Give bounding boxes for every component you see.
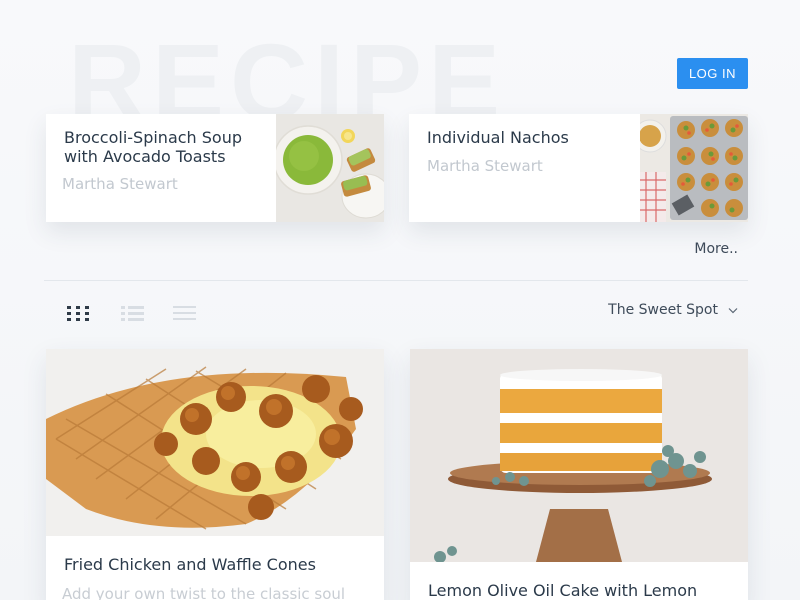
list-view-icon[interactable] <box>120 304 146 322</box>
soup-photo <box>276 114 384 222</box>
recipe-description: Add your own twist to the classic soul <box>62 585 346 600</box>
login-button[interactable]: LOG IN <box>677 58 748 89</box>
section-divider <box>44 280 748 281</box>
sort-dropdown[interactable]: The Sweet Spot <box>608 302 738 318</box>
more-link[interactable]: More.. <box>694 241 738 257</box>
waffle-cone-photo <box>46 349 384 536</box>
nachos-photo <box>640 114 748 222</box>
featured-title[interactable]: Individual Nachos <box>427 128 627 147</box>
compact-view-icon[interactable] <box>172 304 198 322</box>
featured-author: Martha Stewart <box>427 157 543 175</box>
cake-photo <box>410 349 748 562</box>
recipe-card[interactable]: Lemon Olive Oil Cake with Lemon <box>410 349 748 600</box>
featured-title[interactable]: Broccoli-Spinach Soup with Avocado Toast… <box>64 128 264 166</box>
chevron-down-icon <box>728 307 738 313</box>
featured-author: Martha Stewart <box>62 175 178 193</box>
recipe-title[interactable]: Lemon Olive Oil Cake with Lemon <box>428 581 697 600</box>
recipe-title[interactable]: Fried Chicken and Waffle Cones <box>64 555 316 574</box>
sort-value: The Sweet Spot <box>608 302 718 318</box>
recipe-card[interactable]: Fried Chicken and Waffle Cones Add your … <box>46 349 384 600</box>
featured-card[interactable]: Individual Nachos Martha Stewart <box>409 114 748 222</box>
grid-view-icon[interactable] <box>66 304 92 322</box>
featured-card[interactable]: Broccoli-Spinach Soup with Avocado Toast… <box>46 114 384 222</box>
